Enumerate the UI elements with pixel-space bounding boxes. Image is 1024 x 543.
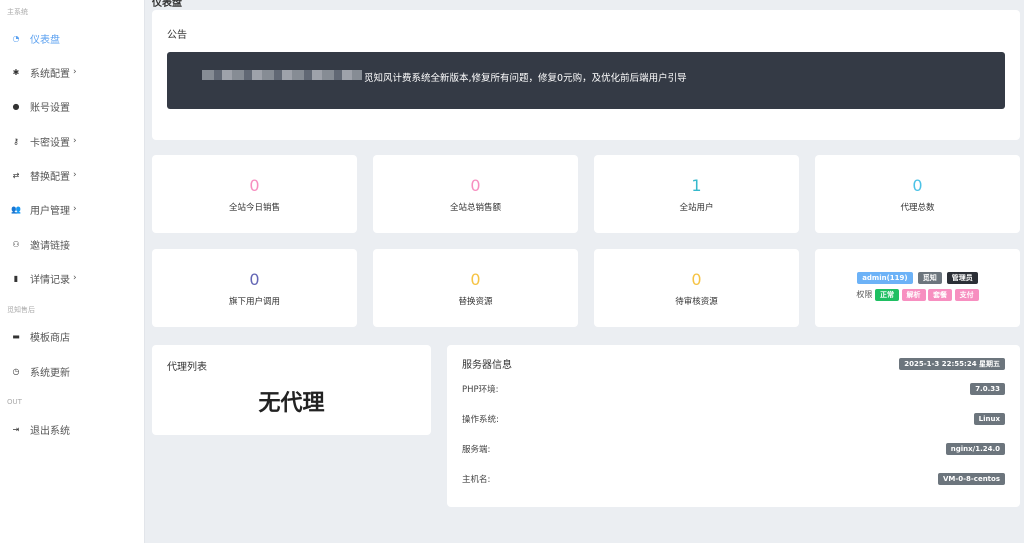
server-info-card: 服务器信息 2025-1-3 22:55:24 星期五 PHP环境: 7.0.33… [447,345,1020,507]
stat-label: 全站用户 [679,203,714,213]
stat-value: 0 [249,176,260,195]
dashboard-icon: ◔ [12,33,20,43]
stat-card: 1 全站用户 [594,155,799,233]
stat-card: 0 替换资源 [373,249,578,327]
sidebar-item[interactable]: ◷ 系统更新 [0,361,144,381]
sidebar-item[interactable]: ◔ 仪表盘 [0,28,144,48]
user-icon: ● [12,101,20,111]
chevron-right-icon: › [73,136,77,146]
server-info-label: 操作系统: [462,415,499,425]
section-label: OUT [7,398,22,406]
sidebar-item-label: 系统更新 [30,367,70,379]
chevron-right-icon: › [73,204,77,214]
stat-label: 替换资源 [458,297,493,307]
user-info-card: admin(119) 觅知 管理员 权限 正常 解析 套餐 支付 [815,249,1020,327]
store-icon: ▬ [12,331,20,341]
clipboard-icon: ▮ [13,273,19,283]
redacted-text [202,70,362,80]
sidebar-item[interactable]: ▮ 详情记录 › [0,268,144,288]
sidebar-item-label: 邀请链接 [30,240,70,252]
stat-value: 1 [691,176,702,195]
sidebar-item[interactable]: ▬ 模板商店 [0,326,144,346]
stat-value: 0 [249,270,260,289]
stat-card: 0 旗下用户调用 [152,249,357,327]
notice-card: 公告 觅知风计费系统全新版本,修复所有问题，修复0元购，及优化前后端用户引导 [152,10,1020,140]
server-time-badge: 2025-1-3 22:55:24 星期五 [899,357,1005,370]
sidebar-item[interactable]: ⚇ 邀请链接 [0,234,144,254]
server-info-row: PHP环境: 7.0.33 [462,383,1005,395]
username-badge: admin(119) [857,272,913,284]
stat-label: 旗下用户调用 [228,297,280,307]
users-icon: 👥 [11,204,21,214]
exchange-icon: ⇄ [12,170,20,180]
sidebar: 主系统 觅知售后 OUT ◔ 仪表盘 ✱ 系统配置 › ● 账号设置 ⚷ 卡密设置 › ⇄ 替换配置 ›… [0,0,145,543]
stat-label: 全站今日销售 [228,203,280,213]
server-info-row: 主机名: VM-0-8-centos [462,473,1005,485]
stat-label: 全站总销售额 [449,203,501,213]
notice-box: 觅知风计费系统全新版本,修复所有问题，修复0元购，及优化前后端用户引导 [167,52,1005,109]
user-plus-icon: ⚇ [12,239,20,249]
sidebar-item[interactable]: ✱ 系统配置 › [0,62,144,82]
sidebar-item-label: 仪表盘 [30,34,60,46]
stat-label: 代理总数 [900,203,935,213]
sidebar-item-label: 账号设置 [30,102,70,114]
stat-value: 0 [470,176,481,195]
server-info-row: 操作系统: Linux [462,413,1005,425]
stat-value: 0 [912,176,923,195]
server-info-label: 主机名: [462,475,491,485]
level-badge: 觅知 [917,272,942,284]
perm-label: 权限 [856,290,873,299]
server-info-value: 7.0.33 [970,383,1005,395]
perm-badge: 正常 [874,289,899,301]
sign-out-icon: ⇥ [12,424,20,434]
server-info-row: 服务端: nginx/1.24.0 [462,443,1005,455]
role-badge: 管理员 [946,272,978,284]
sidebar-item-label: 用户管理 [30,205,70,217]
sidebar-item-label: 系统配置 [30,68,70,80]
sidebar-item-label: 卡密设置 [30,137,70,149]
chevron-right-icon: › [73,170,77,180]
sidebar-item-label: 详情记录 [30,274,70,286]
stat-value: 0 [691,270,702,289]
sidebar-item[interactable]: ⚷ 卡密设置 › [0,131,144,151]
sidebar-item-label: 模板商店 [30,332,70,344]
agent-list-title: 代理列表 [167,362,207,373]
stat-card: 0 待审核资源 [594,249,799,327]
perm-badge: 套餐 [928,289,953,301]
server-info-value: VM-0-8-centos [937,473,1005,485]
stat-value: 0 [470,270,481,289]
stat-label: 待审核资源 [675,297,718,307]
perm-badge: 支付 [954,289,979,301]
stat-card: 0 全站总销售额 [373,155,578,233]
history-icon: ◷ [12,366,20,376]
stat-card: 0 全站今日销售 [152,155,357,233]
chevron-right-icon: › [73,67,77,77]
sidebar-item-label: 退出系统 [30,425,70,437]
server-info-label: 服务端: [462,445,491,455]
notice-text: 觅知风计费系统全新版本,修复所有问题，修复0元购，及优化前后端用户引导 [364,73,687,84]
notice-title: 公告 [167,30,187,41]
agent-list-card: 代理列表 无代理 [152,345,431,435]
server-info-value: nginx/1.24.0 [945,443,1005,455]
sidebar-item[interactable]: ⇄ 替换配置 › [0,165,144,185]
sidebar-item-label: 替换配置 [30,171,70,183]
section-label: 觅知售后 [7,306,35,314]
perm-badge: 解析 [901,289,926,301]
sidebar-item[interactable]: ● 账号设置 [0,96,144,116]
chevron-right-icon: › [73,273,77,283]
page-title: 仪表盘 [152,0,182,9]
section-label: 主系统 [7,8,28,16]
sidebar-item[interactable]: ⇥ 退出系统 [0,419,144,439]
sidebar-item[interactable]: 👥 用户管理 › [0,199,144,219]
gear-icon: ✱ [12,67,20,77]
server-title: 服务器信息 [462,360,512,371]
agent-empty-text: 无代理 [258,391,325,416]
key-icon: ⚷ [13,136,19,146]
server-info-value: Linux [973,413,1005,425]
server-info-label: PHP环境: [462,385,499,395]
stat-card: 0 代理总数 [815,155,1020,233]
